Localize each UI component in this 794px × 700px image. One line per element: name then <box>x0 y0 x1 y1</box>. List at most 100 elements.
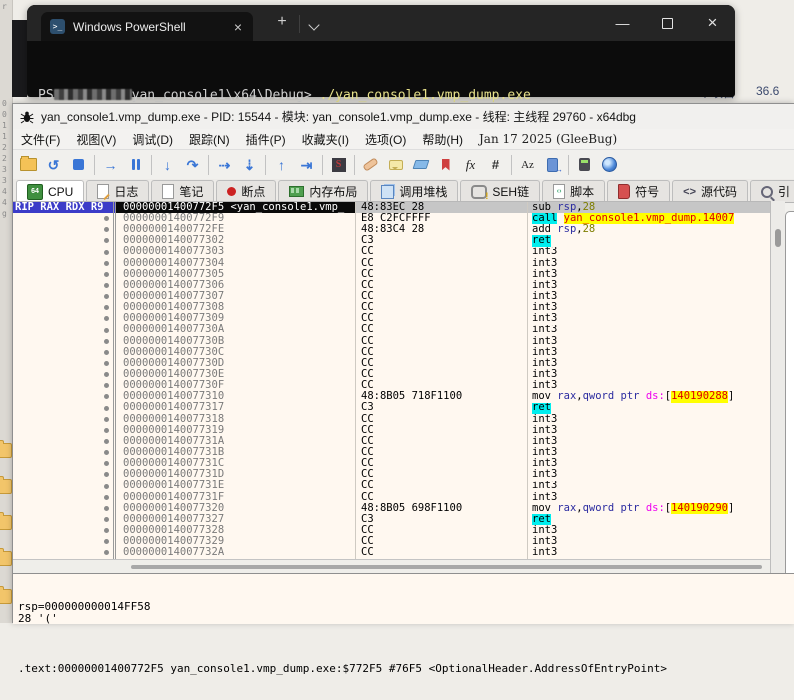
tab-references[interactable]: 引 <box>750 180 794 202</box>
tab-dropdown-icon[interactable] <box>308 19 319 30</box>
tab-log[interactable]: 日志 <box>86 180 149 202</box>
breakpoint-gutter[interactable] <box>13 447 116 458</box>
stop-button[interactable] <box>66 153 91 177</box>
breakpoint-gutter[interactable] <box>13 347 116 358</box>
run-button[interactable]: → <box>98 153 123 177</box>
breakpoint-gutter[interactable] <box>13 469 116 480</box>
patch-button[interactable] <box>358 153 383 177</box>
gutter-dot[interactable] <box>104 316 109 321</box>
gutter-dot[interactable] <box>104 328 109 333</box>
breakpoint-gutter[interactable] <box>13 481 116 492</box>
breakpoint-gutter[interactable] <box>13 269 116 280</box>
breakpoint-gutter[interactable] <box>13 291 116 302</box>
gutter-dot[interactable] <box>104 550 109 555</box>
breakpoint-gutter[interactable] <box>13 336 116 347</box>
bookmark-button[interactable] <box>433 153 458 177</box>
gutter-dot[interactable] <box>104 227 109 232</box>
goto-button[interactable] <box>540 153 565 177</box>
gutter-dot[interactable] <box>104 394 109 399</box>
gutter-dot[interactable] <box>104 450 109 455</box>
breakpoint-gutter[interactable] <box>13 224 116 235</box>
step-into-button[interactable]: ↓ <box>155 153 180 177</box>
menu-item[interactable]: 帮助(H) <box>414 131 471 148</box>
tab-cpu[interactable]: 64CPU <box>16 180 84 202</box>
gutter-dot[interactable] <box>104 383 109 388</box>
attach-button[interactable]: ⇥ <box>294 153 319 177</box>
terminal-tab-powershell[interactable]: >_ Windows PowerShell × <box>41 12 253 41</box>
disassembly-view[interactable]: RIP RAX RDX R900000001400772F5 <yan_cons… <box>13 201 770 559</box>
disasm-row[interactable]: 000000014007731ECCint3 <box>13 481 770 492</box>
breakpoint-gutter[interactable] <box>13 403 116 414</box>
breakpoint-gutter[interactable] <box>13 458 116 469</box>
gutter-dot[interactable] <box>104 472 109 477</box>
tab-seh[interactable]: SEH链 <box>460 180 540 202</box>
breakpoint-gutter[interactable] <box>13 358 116 369</box>
tab-symbols[interactable]: 符号 <box>607 180 670 202</box>
breakpoint-gutter[interactable] <box>13 391 116 402</box>
tab-close-icon[interactable]: × <box>232 20 244 34</box>
breakpoint-gutter[interactable] <box>13 536 116 547</box>
breakpoint-gutter[interactable] <box>13 235 116 246</box>
calculator-button[interactable] <box>572 153 597 177</box>
breakpoint-gutter[interactable] <box>13 302 116 313</box>
breakpoint-gutter[interactable] <box>13 380 116 391</box>
maximize-button[interactable] <box>645 5 690 41</box>
breakpoint-gutter[interactable] <box>13 425 116 436</box>
gutter-dot[interactable] <box>104 406 109 411</box>
function-button[interactable]: fx <box>458 153 483 177</box>
tab-source[interactable]: <>源代码 <box>672 180 748 202</box>
gutter-dot[interactable] <box>104 272 109 277</box>
breakpoint-gutter[interactable] <box>13 492 116 503</box>
breakpoint-gutter[interactable] <box>13 325 116 336</box>
gutter-dot[interactable] <box>104 372 109 377</box>
breakpoint-gutter[interactable] <box>13 369 116 380</box>
gutter-dot[interactable] <box>104 238 109 243</box>
menu-item[interactable]: 跟踪(N) <box>181 131 238 148</box>
tab-breakpoint[interactable]: 断点 <box>216 180 276 202</box>
terminal-titlebar[interactable]: >_ Windows PowerShell × + — × <box>27 5 735 41</box>
run-to-user-code-button[interactable]: ⇢ <box>212 153 237 177</box>
pause-button[interactable] <box>123 153 148 177</box>
gutter-dot[interactable] <box>104 484 109 489</box>
scylla-button[interactable]: S <box>326 153 351 177</box>
run-expression-button[interactable]: ↑ <box>269 153 294 177</box>
gutter-dot[interactable] <box>104 261 109 266</box>
close-button[interactable]: × <box>690 5 735 41</box>
open-file-button[interactable] <box>16 153 41 177</box>
tab-notes[interactable]: 笔记 <box>151 180 214 202</box>
new-tab-button[interactable]: + <box>270 14 294 30</box>
gutter-dot[interactable] <box>104 283 109 288</box>
preferences-button[interactable] <box>597 153 622 177</box>
gutter-dot[interactable] <box>104 439 109 444</box>
gutter-dot[interactable] <box>104 339 109 344</box>
gutter-dot[interactable] <box>104 506 109 511</box>
gutter-dot[interactable] <box>104 294 109 299</box>
gutter-dot[interactable] <box>104 428 109 433</box>
step-over-button[interactable]: ↷ <box>180 153 205 177</box>
assemble-button[interactable]: Az <box>515 153 540 177</box>
breakpoint-gutter[interactable] <box>13 503 116 514</box>
breakpoint-gutter[interactable] <box>13 258 116 269</box>
breakpoint-gutter[interactable] <box>13 514 116 525</box>
comment-button[interactable] <box>383 153 408 177</box>
vertical-scrollbar[interactable] <box>770 201 785 573</box>
debugger-titlebar[interactable]: yan_console1.vmp_dump.exe - PID: 15544 -… <box>13 104 794 129</box>
menu-item[interactable]: 文件(F) <box>13 131 68 148</box>
restart-button[interactable]: ↺ <box>41 153 66 177</box>
menu-item[interactable]: 调试(D) <box>124 131 181 148</box>
tab-script[interactable]: ‹›脚本 <box>542 180 605 202</box>
breakpoint-gutter[interactable] <box>13 525 116 536</box>
gutter-dot[interactable] <box>104 417 109 422</box>
gutter-dot[interactable] <box>104 361 109 366</box>
label-button[interactable] <box>408 153 433 177</box>
gutter-dot[interactable] <box>104 350 109 355</box>
menu-item[interactable]: 选项(O) <box>357 131 414 148</box>
menu-item[interactable]: 收藏夹(I) <box>294 131 357 148</box>
breakpoint-gutter[interactable] <box>13 247 116 258</box>
menu-item[interactable]: 插件(P) <box>238 131 294 148</box>
breakpoint-gutter[interactable] <box>13 547 116 558</box>
execute-till-return-button[interactable]: ⇣ <box>237 153 262 177</box>
tab-callstack[interactable]: 调用堆栈 <box>370 180 458 202</box>
horizontal-scrollbar-thumb[interactable] <box>131 565 762 569</box>
gutter-dot[interactable] <box>104 528 109 533</box>
